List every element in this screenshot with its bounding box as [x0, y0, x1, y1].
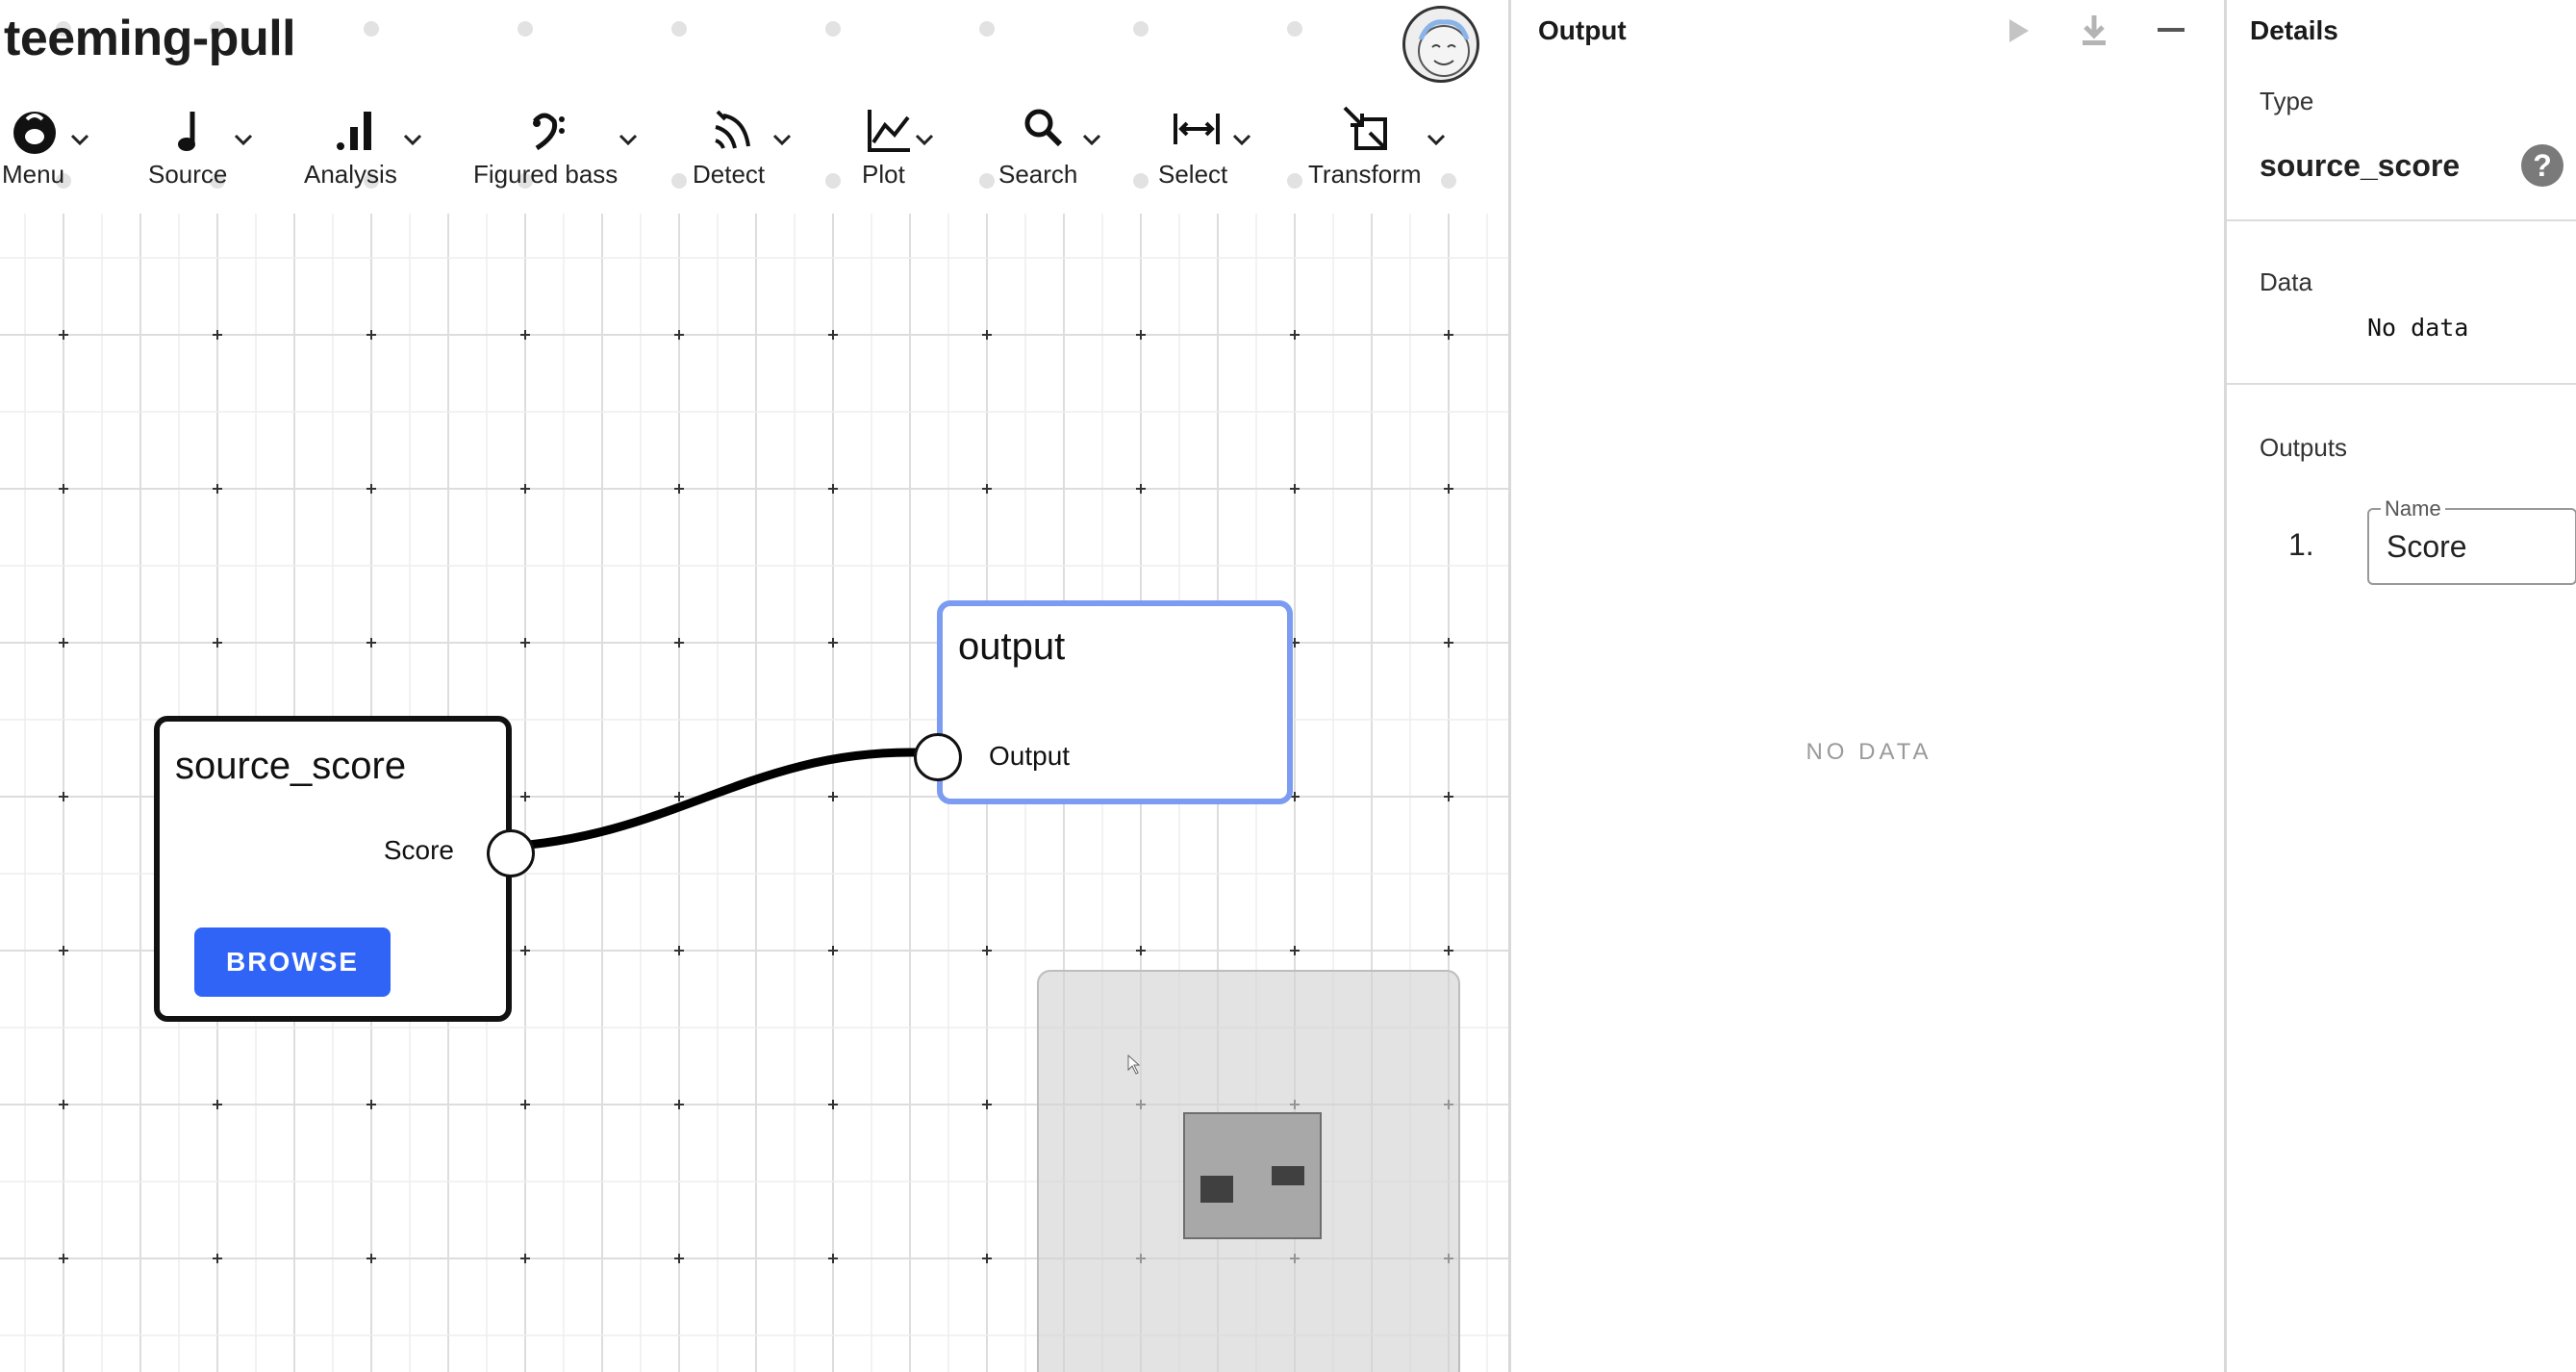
- port-label: Output: [989, 741, 1071, 771]
- play-icon[interactable]: [1998, 12, 2036, 50]
- port-label: Score: [383, 835, 454, 865]
- data-label: Data: [2260, 267, 2312, 296]
- node-output[interactable]: output Output: [914, 600, 1293, 804]
- cursor-icon: [1127, 1054, 1141, 1075]
- minimize-icon[interactable]: [2152, 12, 2190, 50]
- outputs-label: Outputs: [2260, 433, 2348, 462]
- type-value: source_score: [2260, 148, 2461, 183]
- node-title: output: [958, 625, 1066, 668]
- output-port-score[interactable]: [487, 829, 535, 877]
- minimap-viewport[interactable]: [1183, 1112, 1322, 1239]
- node-title: source_score: [175, 745, 407, 787]
- input-port-output[interactable]: [914, 733, 962, 781]
- edge-score-to-output[interactable]: [504, 748, 917, 851]
- output-name-input[interactable]: [2387, 525, 2569, 568]
- browse-button[interactable]: BROWSE: [194, 927, 391, 997]
- output-panel: Output NO DATA: [1508, 0, 2224, 1372]
- empty-state-text: NO DATA: [1806, 739, 1932, 765]
- download-icon[interactable]: [2075, 12, 2113, 50]
- minimap-node: [1272, 1166, 1304, 1185]
- output-index: 1.: [2288, 527, 2314, 562]
- output-panel-title: Output: [1538, 15, 1627, 45]
- details-panel: Details Type source_score ? Data No data…: [2224, 0, 2576, 1372]
- output-name-field-label: Name: [2385, 496, 2441, 521]
- data-value: No data: [2367, 314, 2469, 342]
- graph-editor-pane[interactable]: teeming-pull Menu Source Analysis Figure…: [0, 0, 1508, 1372]
- help-icon[interactable]: ?: [2521, 144, 2563, 187]
- divider: [2227, 383, 2576, 385]
- node-source-score[interactable]: source_score Score BROWSE: [154, 716, 535, 1022]
- details-title: Details: [2250, 15, 2338, 45]
- type-label: Type: [2260, 87, 2314, 115]
- minimap-node: [1200, 1176, 1233, 1203]
- divider: [2227, 219, 2576, 221]
- minimap[interactable]: [1037, 970, 1460, 1372]
